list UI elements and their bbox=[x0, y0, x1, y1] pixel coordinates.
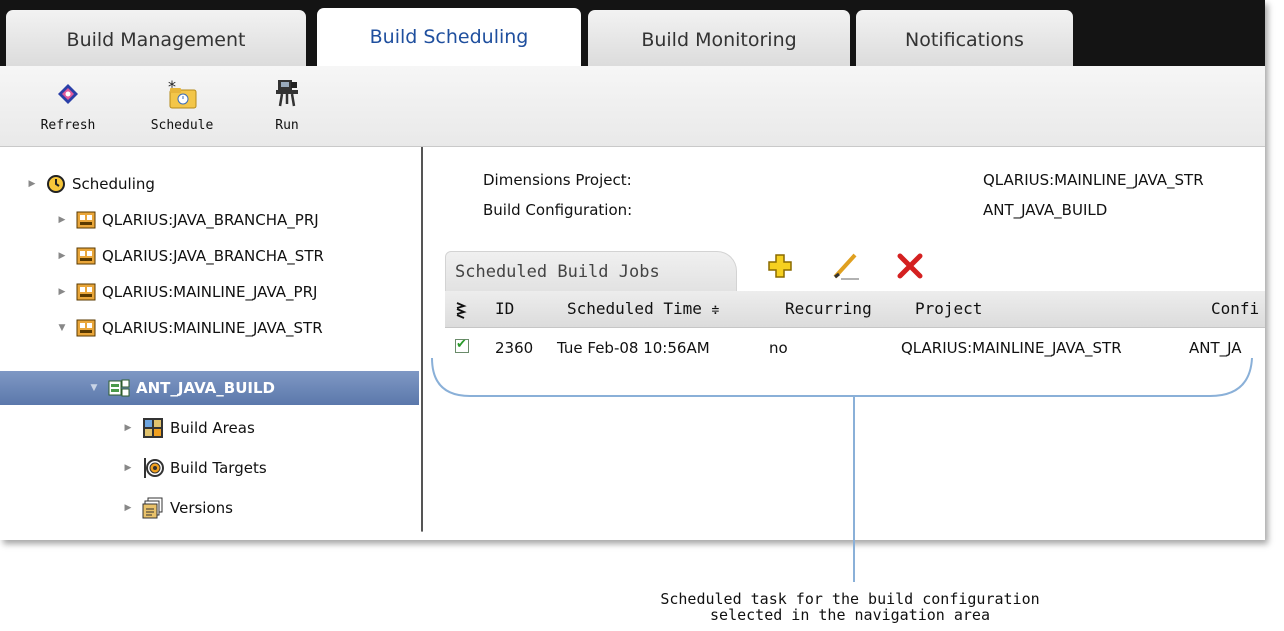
project-value: QLARIUS:MAINLINE_JAVA_STR bbox=[983, 171, 1204, 189]
col-project[interactable]: Project bbox=[915, 291, 982, 327]
project-icon bbox=[76, 246, 96, 266]
toolbar: Refresh * Schedule Run bbox=[0, 66, 1265, 147]
edit-job-icon[interactable] bbox=[831, 251, 861, 285]
tree-item-project[interactable]: ▶ QLARIUS:JAVA_BRANCHA_PRJ bbox=[56, 205, 319, 235]
run-button[interactable]: Run bbox=[262, 72, 312, 133]
scheduled-jobs-tab[interactable]: Scheduled Build Jobs bbox=[445, 251, 737, 291]
col-scheduled-time[interactable]: Scheduled Time ≑ bbox=[567, 291, 719, 329]
row-checkbox[interactable] bbox=[455, 337, 469, 353]
col-recurring[interactable]: Recurring bbox=[785, 291, 872, 327]
tree-item-build-areas[interactable]: ▶ Build Areas bbox=[122, 413, 255, 443]
expand-arrow-icon[interactable]: ▶ bbox=[26, 179, 38, 189]
tab-build-monitoring[interactable]: Build Monitoring bbox=[588, 10, 850, 66]
build-areas-icon bbox=[142, 417, 164, 439]
tree-item-project[interactable]: ▶ QLARIUS:MAINLINE_JAVA_PRJ bbox=[56, 277, 318, 307]
config-label: Build Configuration: bbox=[483, 201, 633, 219]
col-configuration[interactable]: Confi bbox=[1211, 291, 1259, 327]
project-icon bbox=[76, 282, 96, 302]
expand-arrow-icon[interactable]: ▶ bbox=[56, 251, 68, 261]
expand-arrow-icon[interactable]: ▶ bbox=[56, 215, 68, 225]
project-label: Dimensions Project: bbox=[483, 171, 632, 189]
tab-build-management[interactable]: Build Management bbox=[6, 10, 306, 66]
tree-root-scheduling[interactable]: ▶ Scheduling bbox=[26, 169, 155, 199]
expand-arrow-icon[interactable]: ▶ bbox=[122, 463, 134, 473]
project-icon bbox=[76, 318, 96, 338]
schedule-folder-icon: * bbox=[142, 72, 222, 116]
collapse-arrow-icon[interactable]: ▼ bbox=[88, 383, 100, 393]
tree-item-stream-expanded[interactable]: ▼ QLARIUS:MAINLINE_JAVA_STR bbox=[56, 313, 323, 343]
status-column-icon[interactable] bbox=[455, 291, 467, 327]
delete-job-icon[interactable] bbox=[895, 251, 925, 285]
schedule-button[interactable]: * Schedule bbox=[142, 72, 222, 133]
jobs-table-header: ID Scheduled Time ≑ Recurring Project Co… bbox=[445, 291, 1265, 328]
refresh-icon bbox=[38, 72, 98, 116]
tree-item-versions[interactable]: ▶ Versions bbox=[122, 493, 233, 523]
clock-icon bbox=[46, 174, 66, 194]
collapse-arrow-icon[interactable]: ▼ bbox=[56, 323, 68, 333]
build-config-icon bbox=[108, 378, 130, 398]
target-icon bbox=[142, 456, 164, 480]
col-id[interactable]: ID bbox=[495, 291, 514, 327]
expand-arrow-icon[interactable]: ▶ bbox=[56, 287, 68, 297]
project-icon bbox=[76, 210, 96, 230]
expand-arrow-icon[interactable]: ▶ bbox=[122, 423, 134, 433]
callout-bracket bbox=[431, 357, 1253, 582]
versions-icon bbox=[142, 497, 164, 519]
tab-notifications[interactable]: Notifications bbox=[856, 10, 1073, 66]
sort-icon: ≑ bbox=[711, 303, 720, 318]
run-icon bbox=[262, 72, 312, 116]
add-job-icon[interactable] bbox=[767, 251, 793, 285]
tab-build-scheduling[interactable]: Build Scheduling bbox=[317, 8, 581, 68]
config-value: ANT_JAVA_BUILD bbox=[983, 201, 1108, 219]
tree-item-build-config-selected[interactable]: ▼ ANT_JAVA_BUILD bbox=[0, 371, 419, 405]
tree-item-build-targets[interactable]: ▶ Build Targets bbox=[122, 453, 267, 483]
tree-item-stream[interactable]: ▶ QLARIUS:JAVA_BRANCHA_STR bbox=[56, 241, 324, 271]
callout-caption: Scheduled task for the build configurati… bbox=[660, 590, 1040, 624]
tab-bar: Build Management Build Scheduling Build … bbox=[0, 0, 1265, 68]
refresh-button[interactable]: Refresh bbox=[38, 72, 98, 133]
navigation-tree: ▶ Scheduling ▶ QLARIUS:JAVA_BRANCHA_PRJ … bbox=[0, 147, 423, 540]
expand-arrow-icon[interactable]: ▶ bbox=[122, 503, 134, 513]
